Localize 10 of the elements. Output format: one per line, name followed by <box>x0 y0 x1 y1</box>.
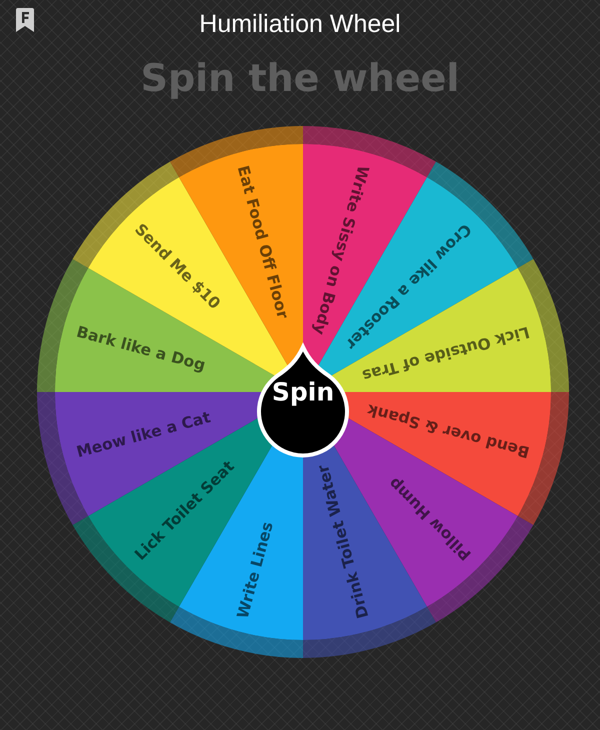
spin-button[interactable]: Spin <box>257 345 349 458</box>
heading: Spin the wheel <box>140 56 460 100</box>
bookmark-icon[interactable] <box>16 8 34 32</box>
segment-label: Drink Toilet Water <box>314 462 372 620</box>
segment-label: Bend over & Spank <box>365 400 532 462</box>
segment-label: Write Lines <box>234 520 277 620</box>
segment-label: Eat Food Off Floor <box>234 164 292 320</box>
segment-label: Meow like a Cat <box>74 408 212 462</box>
window-title: Humiliation Wheel <box>199 10 401 38</box>
segment-label: Bark like a Dog <box>74 322 208 374</box>
